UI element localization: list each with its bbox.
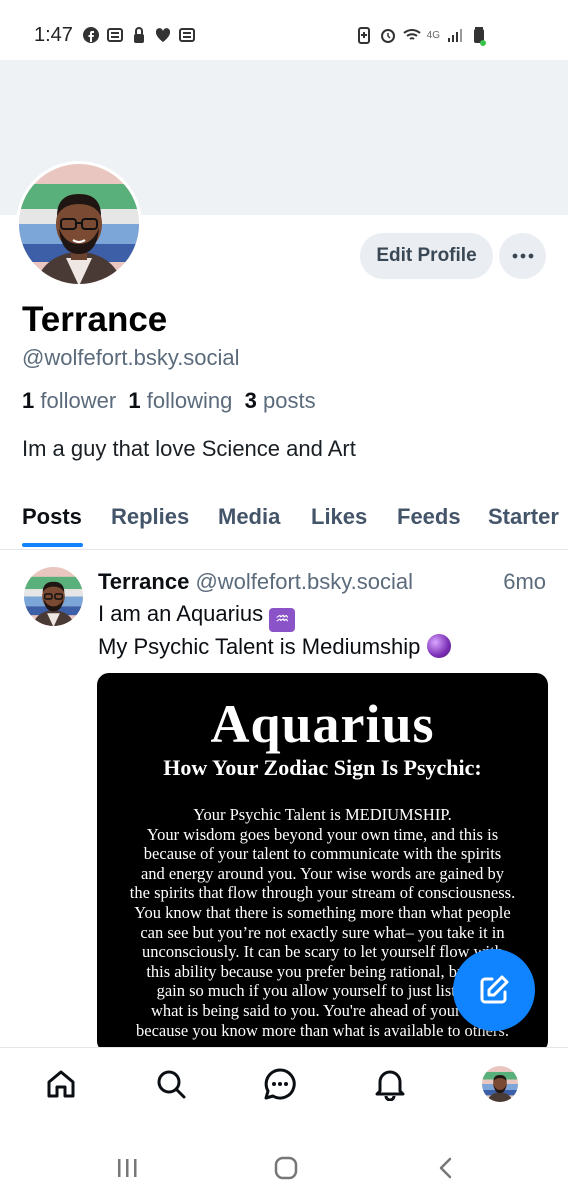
avatar-image [482,1066,518,1102]
home-system-button[interactable] [271,1153,301,1183]
image-title: Aquarius [210,694,435,754]
facebook-icon [83,27,99,43]
more-options-button[interactable] [499,233,546,279]
tab-replies[interactable]: Replies [111,504,189,530]
image-body-line: You know that there is something more th… [134,902,511,922]
network-type: 4G [426,29,440,41]
recent-apps-button[interactable] [112,1153,142,1183]
post-author-handle[interactable]: @wolfefort.bsky.social [195,569,413,594]
more-icon [512,253,533,259]
image-body-line: because of your talent to communicate wi… [143,844,502,864]
home-circle-icon [274,1156,298,1180]
post-line-1: I am an Aquarius [98,601,264,626]
image-body-line: Your Psychic Talent is MEDIUMSHIP. [193,805,452,824]
followers-link[interactable]: 1 follower [22,388,116,413]
image-subtitle: How Your Zodiac Sign Is Psychic: [163,755,482,780]
profile-tabs: Posts Replies Media Likes Feeds Starter [0,496,568,550]
wifi-icon [402,29,421,40]
avatar-image [19,164,139,284]
signal-icon [448,29,462,42]
profile-handle: @wolfefort.bsky.social [22,345,240,370]
home-icon [47,1070,75,1098]
posts-count: 3 posts [244,388,316,413]
active-tab-indicator [22,543,83,547]
image-body-line: and energy around you. Your wise words a… [140,863,505,883]
tab-starter[interactable]: Starter [488,504,559,530]
alarm-icon [380,29,395,43]
post-line-2: My Psychic Talent is Mediumship [98,634,421,659]
post-text: I am an Aquarius ♒ My Psychic Talent is … [98,599,451,661]
system-navigation-bar [0,1127,568,1200]
lock-icon [134,27,144,43]
system-icons: 4G [355,26,488,44]
tab-posts[interactable]: Posts [22,504,82,530]
nav-chat[interactable] [262,1066,298,1102]
tab-likes[interactable]: Likes [311,504,367,530]
recent-apps-icon [118,1159,137,1177]
profile-avatar[interactable] [16,161,142,287]
nav-home[interactable] [43,1066,79,1102]
profile-stats: 1 follower 1 following 3 posts [22,388,316,414]
avatar-image [24,567,83,626]
compose-icon [480,975,509,1004]
news-icon [179,28,195,42]
image-body-line: Your wisdom goes beyond your own time, a… [146,824,499,844]
post-author-name[interactable]: Terrance [98,569,189,594]
status-time: 1:47 [34,24,73,46]
profile-bio: Im a guy that love Science and Art [22,436,356,461]
battery-saver-icon [357,27,370,44]
compose-button[interactable] [453,949,535,1031]
bell-icon [375,1070,405,1101]
post-timestamp[interactable]: 6mo [503,569,546,595]
privacy-indicator-dot [480,40,486,46]
image-body-line: the spirits that flow through your strea… [129,883,516,903]
notification-icons [82,26,196,44]
aquarius-emoji-icon: ♒ [269,608,296,632]
image-body-line: can see but you’re not exactly sure what… [140,922,505,942]
back-button[interactable] [431,1153,461,1183]
crystal-ball-emoji-icon [426,634,451,658]
search-icon [157,1070,186,1099]
chat-icon [264,1068,296,1100]
back-chevron-icon [439,1157,452,1179]
tab-media[interactable]: Media [218,504,280,530]
heart-icon [155,28,171,42]
status-bar: 1:47 4G [0,0,568,60]
nav-profile-avatar[interactable] [482,1066,518,1102]
following-link[interactable]: 1 following [128,388,232,413]
bottom-navigation [0,1047,568,1127]
post-header: Terrance @wolfefort.bsky.social [98,569,413,595]
tab-feeds[interactable]: Feeds [397,504,461,530]
nav-notifications[interactable] [372,1066,408,1102]
edit-profile-button[interactable]: Edit Profile [360,233,493,279]
profile-name: Terrance [22,300,168,339]
post-author-avatar[interactable] [24,567,83,626]
news-icon [107,28,123,42]
nav-search[interactable] [153,1066,189,1102]
